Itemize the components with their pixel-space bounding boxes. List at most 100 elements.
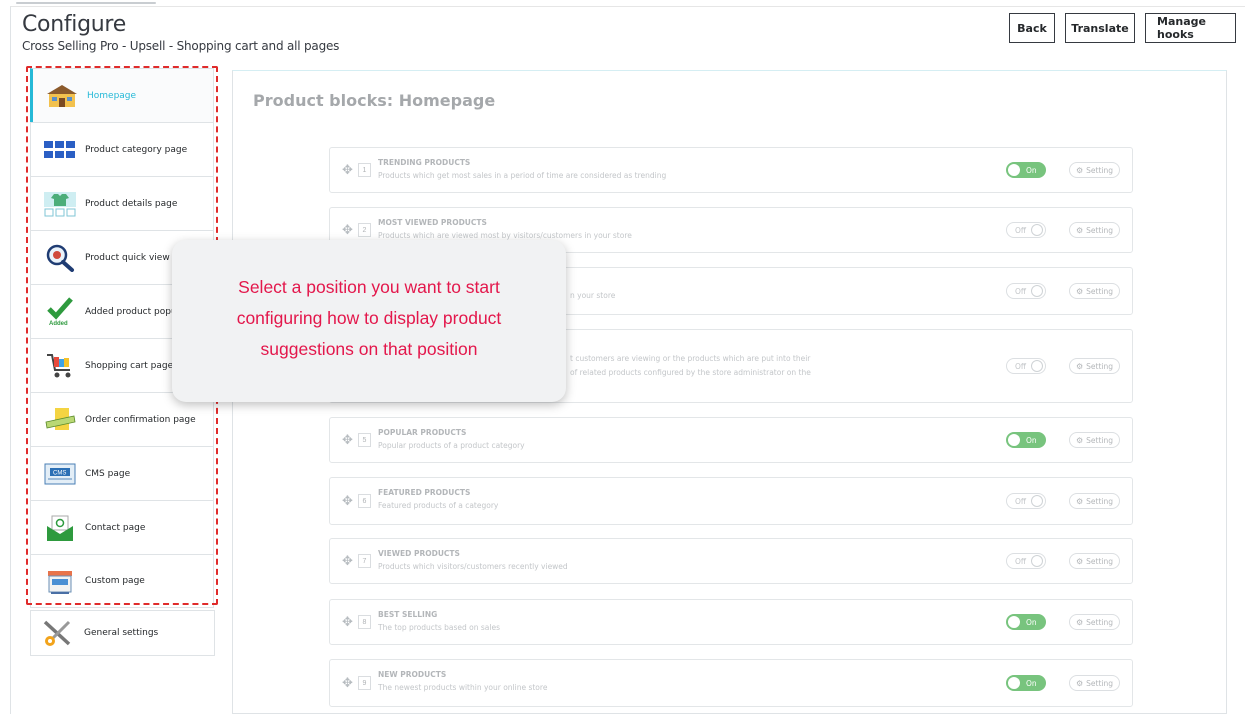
status-toggle[interactable]: Off [1006,222,1046,238]
toggle-knob [1031,495,1044,507]
block-position: 1 [358,163,371,177]
sidebar-item-label: CMS page [85,468,131,479]
block-position: 5 [358,433,371,447]
drag-handle-icon[interactable]: ✥ [342,493,353,509]
block-position: 8 [358,615,371,629]
status-toggle[interactable]: Off [1006,358,1046,374]
status-toggle[interactable]: On [1006,162,1046,178]
back-button[interactable]: Back [1009,13,1055,43]
setting-label: Setting [1086,165,1114,175]
setting-button[interactable]: ⚙ Setting [1069,432,1120,448]
house-icon [45,81,79,111]
gear-icon: ⚙ [1075,678,1084,688]
block-description: t customers are viewing or the products … [570,354,811,363]
setting-button[interactable]: ⚙ Setting [1069,358,1120,374]
callout-text: Select a position you want to start conf… [172,272,566,365]
sidebar-item-general-settings[interactable]: General settings [30,610,215,656]
sidebar-item-label: Product details page [85,198,178,209]
sidebar-item-label: Contact page [85,522,146,533]
block-description: Featured products of a category [378,501,499,510]
toggle-knob [1008,164,1020,176]
toggle-label: On [1026,678,1037,688]
block-description: Products which get most sales in a perio… [378,171,667,180]
sidebar-item-label: Added product popup [85,306,183,317]
manage-hooks-button[interactable]: Manage hooks [1145,13,1236,43]
sidebar-item-product-category[interactable]: Product category page [30,122,214,176]
setting-button[interactable]: ⚙ Setting [1069,614,1120,630]
toggle-label: Off [1015,361,1027,371]
drag-handle-icon[interactable]: ✥ [342,614,353,630]
toggle-knob [1008,434,1020,446]
gear-icon: ⚙ [1075,361,1084,371]
drag-handle-icon[interactable]: ✥ [342,675,353,691]
callout-line-1: Select a position you want to start [238,277,500,297]
gear-icon: ⚙ [1075,496,1084,506]
setting-button[interactable]: ⚙ Setting [1069,675,1120,691]
setting-button[interactable]: ⚙ Setting [1069,553,1120,569]
setting-label: Setting [1086,286,1114,296]
setting-button[interactable]: ⚙ Setting [1069,222,1120,238]
product-block-popular[interactable]: ✥ 5 POPULAR PRODUCTS Popular products of… [329,417,1133,463]
toggle-label: Off [1015,286,1027,296]
drag-handle-icon[interactable]: ✥ [342,553,353,569]
block-position: 9 [358,676,371,690]
toggle-knob [1031,224,1044,236]
setting-button[interactable]: ⚙ Setting [1069,162,1120,178]
setting-label: Setting [1086,225,1114,235]
product-block-trending[interactable]: ✥ 1 TRENDING PRODUCTS Products which get… [329,147,1133,193]
status-toggle[interactable]: Off [1006,553,1046,569]
sidebar-item-product-details[interactable]: Product details page [30,176,214,230]
status-toggle[interactable]: On [1006,614,1046,630]
status-toggle[interactable]: On [1006,675,1046,691]
setting-label: Setting [1086,435,1114,445]
sidebar-item-contact[interactable]: Contact page [30,500,214,554]
translate-button[interactable]: Translate [1065,13,1135,43]
drag-handle-icon[interactable]: ✥ [342,222,353,238]
cms-icon: CMS [43,459,77,489]
product-block-featured[interactable]: ✥ 6 FEATURED PRODUCTS Featured products … [329,477,1133,525]
drag-handle-icon[interactable]: ✥ [342,162,353,178]
drag-handle-icon[interactable]: ✥ [342,432,353,448]
block-name: FEATURED PRODUCTS [378,488,471,497]
toggle-label: On [1026,165,1037,175]
sidebar-item-homepage[interactable]: Homepage [30,68,214,122]
toolbar: Back Translate Manage hooks [1009,13,1236,43]
toggle-knob [1031,285,1044,297]
sidebar-item-label: Shopping cart page [85,360,174,371]
grid-icon [43,135,77,165]
toggle-label: Off [1015,225,1027,235]
toggle-label: Off [1015,556,1027,566]
gear-icon: ⚙ [1075,225,1084,235]
callout-line-2: configuring how to display product [236,308,502,328]
toggle-knob [1031,555,1044,567]
gear-icon: ⚙ [1075,286,1084,296]
block-name: TRENDING PRODUCTS [378,158,471,167]
added-badge: Added [49,321,68,327]
checkmark-icon: Added [43,296,77,327]
cms-badge: CMS [53,470,66,476]
setting-label: Setting [1086,678,1114,688]
block-description-continued: of related products configured by the st… [570,368,811,377]
block-name: MOST VIEWED PRODUCTS [378,218,487,227]
envelope-icon [43,513,77,543]
product-block-best-selling[interactable]: ✥ 8 BEST SELLING The top products based … [329,599,1133,645]
tools-icon [41,618,75,648]
gear-icon: ⚙ [1075,165,1084,175]
sidebar-item-cms[interactable]: CMS CMS page [30,446,214,500]
block-name: BEST SELLING [378,610,438,619]
status-toggle[interactable]: On [1006,432,1046,448]
status-toggle[interactable]: Off [1006,493,1046,509]
block-position: 2 [358,223,371,237]
setting-button[interactable]: ⚙ Setting [1069,283,1120,299]
block-description: Popular products of a product category [378,441,525,450]
sidebar-item-custom[interactable]: Custom page [30,554,214,608]
product-block-viewed[interactable]: ✥ 7 VIEWED PRODUCTS Products which visit… [329,538,1133,584]
product-block-new[interactable]: ✥ 9 NEW PRODUCTS The newest products wit… [329,659,1133,707]
panel-title: Product blocks: Homepage [253,91,496,110]
page-subtitle: Cross Selling Pro - Upsell - Shopping ca… [22,39,340,53]
block-name: VIEWED PRODUCTS [378,549,460,558]
magnifier-icon [43,243,77,273]
status-toggle[interactable]: Off [1006,283,1046,299]
setting-button[interactable]: ⚙ Setting [1069,493,1120,509]
toggle-knob [1031,360,1044,372]
